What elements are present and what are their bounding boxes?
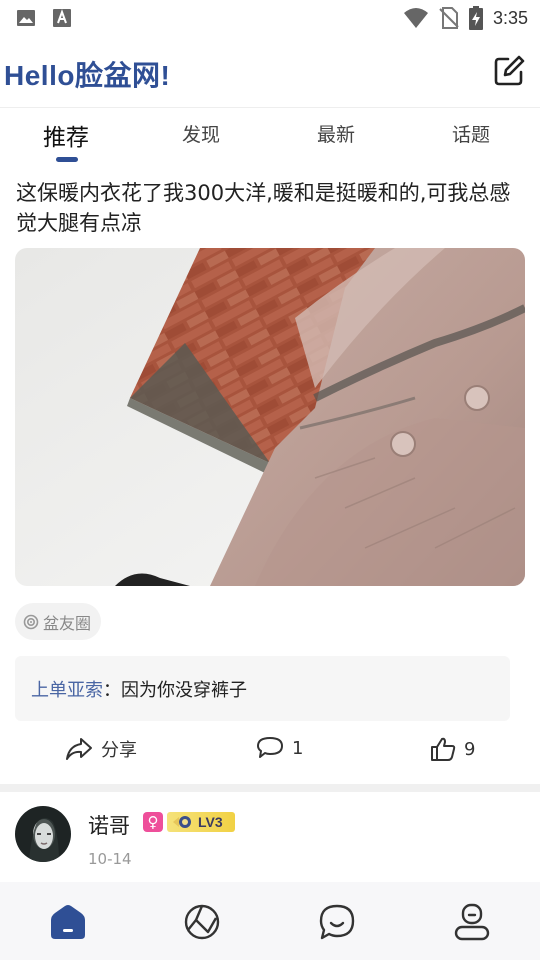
- post-image[interactable]: [15, 248, 525, 586]
- level-emblem-icon: [173, 816, 191, 828]
- share-button[interactable]: 分享: [65, 736, 137, 762]
- post-title[interactable]: 这保暖内衣花了我300大洋,暖和是挺暖和的,可我总感觉大腿有点凉: [16, 178, 528, 238]
- wifi-icon: [403, 8, 428, 28]
- avatar[interactable]: [15, 806, 71, 862]
- circle-tag[interactable]: 盆友圈: [15, 603, 102, 640]
- circle-tag-label: 盆友圈: [43, 613, 92, 633]
- hot-comment[interactable]: 上单亚索 ： 因为你没穿裤子: [15, 656, 510, 721]
- profile-icon[interactable]: [452, 902, 492, 942]
- female-icon: ♀: [143, 812, 163, 832]
- edit-icon[interactable]: [492, 54, 526, 88]
- message-icon[interactable]: [317, 902, 357, 942]
- app-title: Hello脸盆网!: [4, 60, 171, 91]
- share-label: 分享: [101, 740, 137, 761]
- tab-recommend[interactable]: 推荐: [43, 118, 89, 152]
- tab-discover[interactable]: 发现: [182, 120, 220, 147]
- circle-icon[interactable]: [182, 902, 222, 942]
- comment-icon: [257, 737, 283, 758]
- share-icon: [66, 738, 92, 760]
- comment-count: 1: [292, 737, 304, 759]
- status-bar: 3:35: [0, 0, 540, 36]
- post-divider: [0, 784, 540, 792]
- level-badge: LV3: [167, 812, 235, 832]
- author-name[interactable]: 诺哥: [88, 810, 130, 840]
- level-text: LV3: [198, 814, 223, 830]
- like-button[interactable]: 9: [430, 736, 475, 762]
- tab-topics[interactable]: 话题: [452, 120, 490, 147]
- comment-button[interactable]: 1: [256, 736, 303, 760]
- like-count: 9: [464, 738, 476, 760]
- category-tabs: 推荐 发现 最新 话题: [0, 110, 540, 166]
- status-time: 3:35: [492, 7, 528, 28]
- thumbs-up-icon: [431, 737, 456, 761]
- no-sim-icon: [439, 7, 459, 29]
- post-actions: 分享 1 9: [0, 732, 540, 776]
- text-notification-icon: [53, 9, 71, 27]
- home-icon[interactable]: [48, 902, 88, 942]
- image-notification-icon: [17, 10, 35, 26]
- tab-latest[interactable]: 最新: [317, 120, 355, 147]
- comment-separator: ：: [103, 679, 121, 701]
- app-header: Hello脸盆网!: [0, 36, 540, 108]
- next-post-header[interactable]: 诺哥 ♀ LV3 10-14: [0, 792, 540, 882]
- active-tab-indicator: [56, 157, 78, 162]
- bottom-nav: [0, 882, 540, 960]
- comment-text: 因为你没穿裤子: [121, 679, 247, 701]
- post-date: 10-14: [88, 850, 132, 868]
- battery-charging-icon: [468, 6, 483, 30]
- comment-username[interactable]: 上单亚索: [31, 676, 103, 702]
- target-icon: [23, 614, 39, 629]
